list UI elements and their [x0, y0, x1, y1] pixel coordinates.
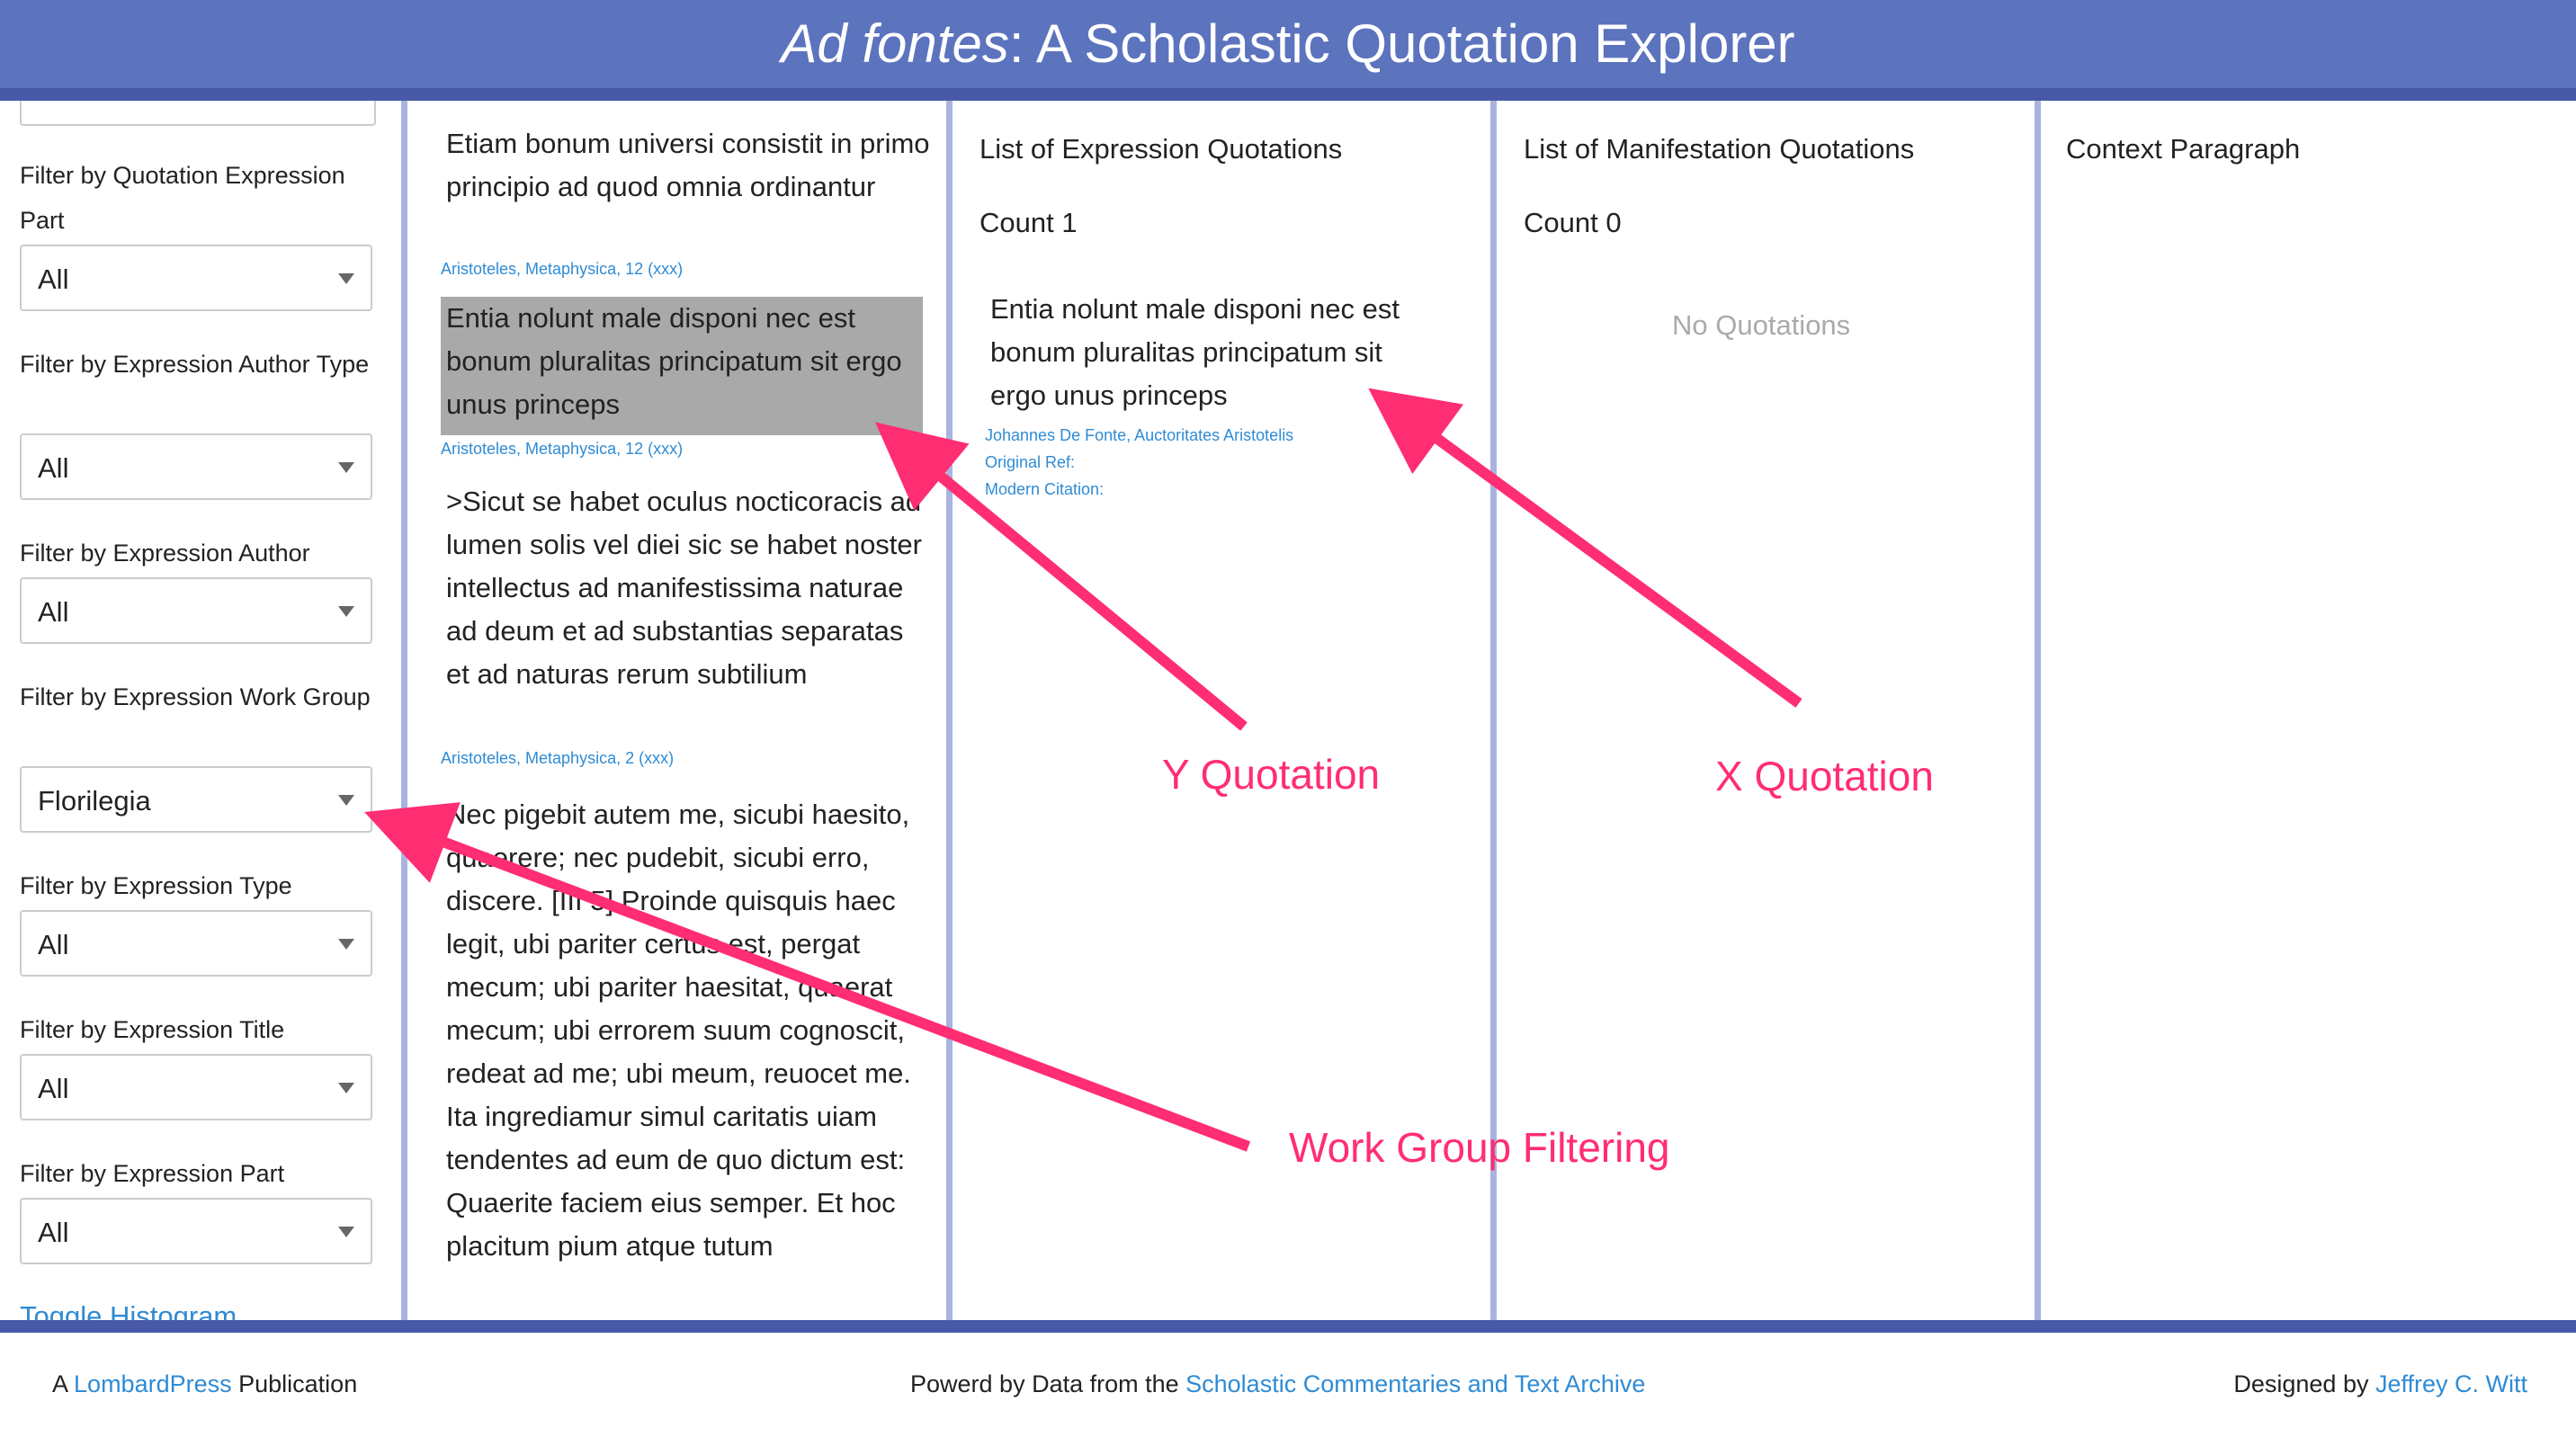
footer: A LombardPress Publication Powerd by Dat…	[0, 1333, 2576, 1437]
context-column-title: Context Paragraph	[2066, 133, 2301, 165]
lombardpress-link[interactable]: LombardPress	[74, 1370, 232, 1397]
footer-mid-text: Powerd by Data from the	[910, 1370, 1186, 1397]
caret-down-icon	[338, 1227, 354, 1237]
search-input[interactable]	[20, 101, 376, 126]
scta-link[interactable]: Scholastic Commentaries and Text Archive	[1185, 1370, 1645, 1397]
select-value: All	[38, 1073, 69, 1104]
select-value: Florilegia	[38, 785, 151, 817]
column-divider	[2035, 101, 2041, 1320]
context-column: Context Paragraph	[2041, 101, 2576, 1320]
quote-citation[interactable]: Aristoteles, Metaphysica, 12 (xxx)	[441, 260, 683, 279]
caret-down-icon	[338, 795, 354, 806]
select-value: All	[38, 1217, 69, 1248]
footer-right-text: Designed by	[2233, 1370, 2375, 1397]
quotations-column: Etiam bonum universi consistit in primo …	[407, 101, 946, 1320]
work-group-filtering-annotation: Work Group Filtering	[1289, 1124, 1670, 1171]
manifestation-count: Count 0	[1524, 207, 1622, 238]
quote-citation[interactable]: Aristoteles, Metaphysica, 12 (xxx)	[441, 440, 683, 459]
footer-left: A LombardPress Publication	[52, 1370, 357, 1398]
no-quotations-message: No Quotations	[1672, 309, 1851, 341]
quote-text[interactable]: Nec pigebit autem me, sicubi haesito, qu…	[446, 793, 932, 1268]
manifestation-column-title: List of Manifestation Quotations	[1524, 133, 1915, 165]
caret-down-icon	[338, 606, 354, 617]
footer-left-text: A	[52, 1370, 75, 1397]
filter-label-expression-part: Filter by Expression Part	[20, 1160, 285, 1187]
select-value: All	[38, 596, 69, 628]
filter-select-expression-type[interactable]: All	[20, 910, 372, 977]
filter-select-expression-author[interactable]: All	[20, 577, 372, 644]
author-link[interactable]: Jeffrey C. Witt	[2375, 1370, 2527, 1397]
filter-label-expression-type: Filter by Expression Type	[20, 872, 292, 899]
filter-label-expression-title: Filter by Expression Title	[20, 1016, 285, 1043]
expression-quote-text[interactable]: Entia nolunt male disponi nec est bonum …	[990, 288, 1440, 417]
column-divider	[946, 101, 953, 1320]
caret-down-icon	[338, 273, 354, 284]
filter-label-expression-work-group: Filter by Expression Work Group	[20, 683, 371, 710]
quote-text[interactable]: Etiam bonum universi consistit in primo …	[446, 122, 932, 209]
footer-middle: Powerd by Data from the Scholastic Comme…	[910, 1370, 1645, 1398]
caret-down-icon	[338, 462, 354, 473]
y-quotation-annotation: Y Quotation	[1162, 751, 1381, 798]
filter-label-expression-author-type: Filter by Expression Author Type	[20, 351, 370, 378]
filter-select-quotation-expression-part[interactable]: All	[20, 245, 372, 311]
footer-right: Designed by Jeffrey C. Witt	[2233, 1370, 2527, 1398]
x-quotation-annotation: X Quotation	[1715, 753, 1934, 799]
filter-select-expression-part[interactable]: All	[20, 1198, 372, 1264]
filter-label-expression-author: Filter by Expression Author	[20, 540, 310, 567]
app-title-rest: : A Scholastic Quotation Explorer	[1008, 13, 1795, 74]
caret-down-icon	[338, 1083, 354, 1093]
quote-citation[interactable]: Aristoteles, Metaphysica, 2 (xxx)	[441, 749, 674, 768]
original-ref: Original Ref:	[985, 453, 1076, 471]
filter-select-expression-author-type[interactable]: All	[20, 433, 372, 500]
select-value: All	[38, 452, 69, 484]
select-value: All	[38, 929, 69, 960]
quote-text-selected[interactable]: Entia nolunt male disponi nec est bonum …	[441, 297, 923, 435]
quote-text[interactable]: >Sicut se habet oculus nocticoracis ad l…	[446, 480, 932, 696]
filter-label-quotation-expression-part: Filter by Quotation Expression Part	[20, 162, 345, 234]
modern-citation: Modern Citation:	[985, 480, 1105, 498]
filter-select-expression-title[interactable]: All	[20, 1054, 372, 1120]
column-divider	[401, 101, 407, 1320]
footer-divider	[0, 1320, 2576, 1333]
select-value: All	[38, 263, 69, 295]
toggle-histogram-link[interactable]: Toggle Histogram	[20, 1300, 237, 1320]
expression-count: Count 1	[979, 207, 1078, 238]
app-title-italic: Ad fontes	[781, 13, 1009, 74]
filter-sidebar: Filter by Quotation Expression Part All …	[0, 101, 401, 1320]
expression-column-title: List of Expression Quotations	[979, 133, 1343, 165]
filter-select-expression-work-group[interactable]: Florilegia	[20, 766, 372, 833]
app-header: Ad fontes: A Scholastic Quotation Explor…	[0, 0, 2576, 88]
footer-left-text: Publication	[231, 1370, 358, 1397]
expression-quote-citation[interactable]: Johannes De Fonte, Auctoritates Aristote…	[985, 426, 1293, 445]
caret-down-icon	[338, 939, 354, 950]
header-divider	[0, 88, 2576, 101]
